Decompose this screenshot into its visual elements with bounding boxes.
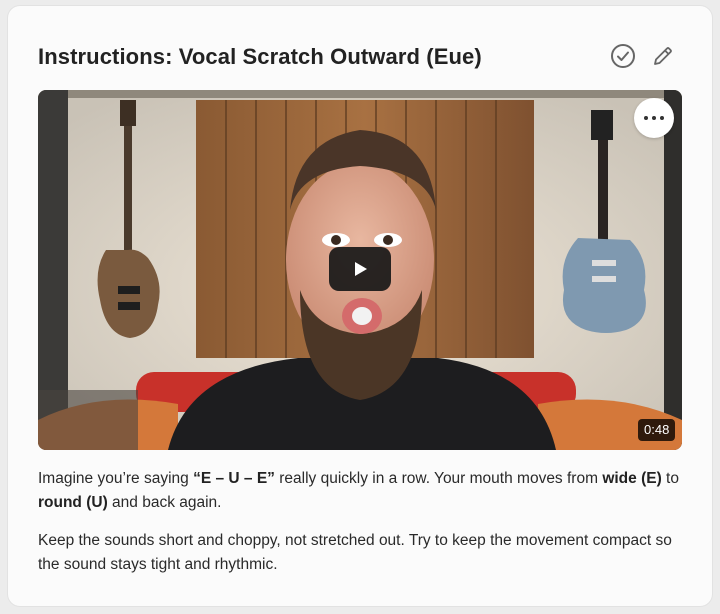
video-duration-badge: 0:48 (638, 419, 676, 441)
play-icon (355, 262, 367, 276)
pencil-icon (654, 47, 672, 65)
edit-button[interactable] (651, 44, 675, 68)
more-horizontal-icon (644, 116, 648, 120)
instruction-paragraph-1: Imagine you’re saying “E – U – E” really… (38, 470, 679, 511)
play-button[interactable] (329, 247, 391, 291)
video-player[interactable]: 0:48 (38, 90, 682, 450)
instruction-paragraph-2: Keep the sounds short and choppy, not st… (38, 532, 672, 573)
mark-complete-button[interactable] (610, 43, 636, 69)
instruction-card: Instructions: Vocal Scratch Outward (Eue… (8, 6, 712, 606)
more-options-button[interactable] (634, 98, 674, 138)
check-circle-icon (611, 44, 635, 68)
page-title: Instructions: Vocal Scratch Outward (Eue… (38, 44, 482, 69)
